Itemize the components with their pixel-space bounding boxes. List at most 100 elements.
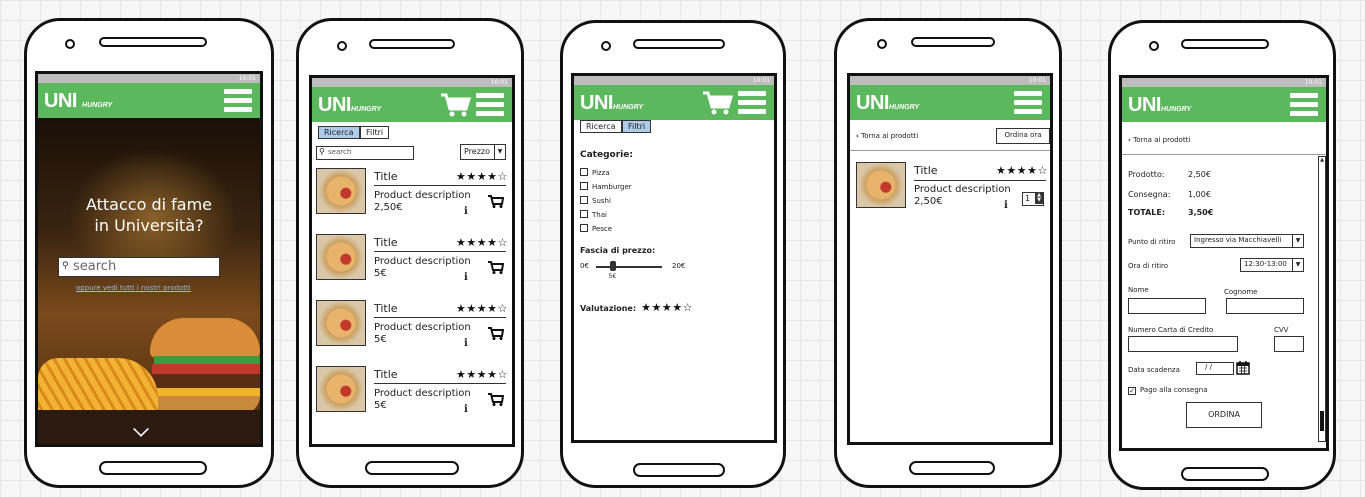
- tab-ricerca[interactable]: Ricerca: [318, 126, 360, 139]
- consegna-value: 1,00€: [1188, 190, 1211, 199]
- punto-ritiro-select[interactable]: Ingresso via Macchiavelli ▼: [1190, 234, 1304, 248]
- divider: [1122, 154, 1326, 155]
- menu-icon[interactable]: [738, 91, 766, 115]
- price-slider-thumb[interactable]: [609, 261, 616, 271]
- logo-main: UNI: [856, 92, 889, 114]
- product-title: Title: [374, 170, 398, 183]
- info-icon[interactable]: i: [464, 338, 468, 349]
- back-label: Torna ai prodotti: [1133, 136, 1191, 144]
- cart-icon[interactable]: [440, 92, 472, 118]
- info-icon[interactable]: i: [1004, 200, 1008, 211]
- list-item[interactable]: Title ★★★★☆ Product description 5€ i: [316, 234, 508, 290]
- home-button[interactable]: [633, 463, 725, 477]
- checkbox[interactable]: [580, 182, 588, 190]
- divider: [850, 150, 1050, 151]
- menu-icon[interactable]: [224, 89, 252, 113]
- checkbox[interactable]: [580, 210, 588, 218]
- price-slider-track[interactable]: [596, 266, 662, 268]
- camera: [65, 39, 75, 49]
- price-value: 5€: [608, 273, 617, 280]
- screen-product-detail: 10:01 UNIHUNGRY ‹ Torna ai prodotti Ordi…: [847, 73, 1053, 445]
- search-input[interactable]: ⚲ search: [316, 146, 414, 160]
- calendar-icon[interactable]: [1236, 360, 1250, 375]
- back-link[interactable]: ‹ Torna ai prodotti: [1128, 136, 1190, 144]
- category-pizza[interactable]: Pizza: [580, 168, 610, 177]
- pago-consegna-checkbox[interactable]: ✓ Pago alla consegna: [1128, 386, 1208, 395]
- home-button[interactable]: [365, 461, 459, 475]
- add-to-cart-icon[interactable]: [488, 326, 504, 340]
- card-number-field[interactable]: [1128, 336, 1238, 352]
- cart-icon[interactable]: [702, 90, 734, 116]
- list-item[interactable]: Title ★★★★☆ Product description 2,50€ i: [316, 168, 508, 224]
- home-button[interactable]: [1181, 467, 1269, 481]
- chevron-down-icon: ▼: [1292, 259, 1303, 271]
- app-bar: UNIHUNGRY: [850, 85, 1050, 120]
- checkbox[interactable]: [580, 168, 588, 176]
- logo[interactable]: UNIHUNGRY: [856, 92, 919, 115]
- info-icon[interactable]: i: [464, 206, 468, 217]
- category-hamburger[interactable]: Hamburger: [580, 182, 632, 191]
- menu-icon[interactable]: [1290, 93, 1318, 117]
- rating-title: Valutazione:: [580, 304, 637, 313]
- checkbox[interactable]: [580, 224, 588, 232]
- add-to-cart-icon[interactable]: [488, 194, 504, 208]
- add-to-cart-icon[interactable]: [488, 392, 504, 406]
- info-icon[interactable]: i: [464, 272, 468, 283]
- list-item[interactable]: Title ★★★★☆ Product description 5€ i: [316, 300, 508, 356]
- tab-filtri[interactable]: Filtri: [360, 126, 390, 139]
- quantity-stepper[interactable]: 1 ▲ ▼: [1022, 192, 1044, 206]
- add-to-cart-icon[interactable]: [488, 260, 504, 274]
- scrollbar-thumb[interactable]: [1320, 411, 1324, 431]
- home-button[interactable]: [99, 461, 207, 475]
- ora-ritiro-select[interactable]: 12:30-13:00 ▼: [1240, 258, 1304, 272]
- menu-icon[interactable]: [476, 93, 504, 117]
- back-link[interactable]: ‹ Torna ai prodotti: [856, 132, 918, 140]
- category-pesce[interactable]: Pesce: [580, 224, 612, 233]
- divider: [374, 317, 506, 318]
- cvv-field[interactable]: [1274, 336, 1304, 352]
- logo[interactable]: UNI HUNGRY: [44, 90, 112, 113]
- info-icon[interactable]: i: [464, 404, 468, 415]
- order-now-button[interactable]: Ordina ora: [996, 128, 1050, 144]
- cognome-field[interactable]: [1226, 298, 1304, 314]
- punto-ritiro-value: Ingresso via Macchiavelli: [1194, 236, 1282, 244]
- hero-background: [38, 118, 260, 444]
- scadenza-label: Data scadenza: [1128, 366, 1180, 374]
- tab-ricerca[interactable]: Ricerca: [580, 120, 622, 133]
- nome-field[interactable]: [1128, 298, 1206, 314]
- search-icon: ⚲: [62, 261, 69, 271]
- product-title: Title: [374, 236, 398, 249]
- scrollbar-up-icon[interactable]: ▲: [1319, 157, 1325, 163]
- category-label: Pizza: [592, 169, 610, 177]
- ordina-button[interactable]: ORDINA: [1186, 402, 1262, 428]
- consegna-label: Consegna:: [1128, 190, 1171, 199]
- menu-icon[interactable]: [1014, 91, 1042, 115]
- checkbox-checked-icon[interactable]: ✓: [1128, 387, 1136, 395]
- camera: [877, 39, 887, 49]
- scrollbar[interactable]: ▲: [1318, 156, 1326, 442]
- search-input[interactable]: ⚲ search: [58, 257, 220, 277]
- tab-filtri[interactable]: Filtri: [622, 120, 652, 133]
- logo[interactable]: UNIHUNGRY: [1128, 94, 1191, 117]
- rating-filter[interactable]: Valutazione: ★★★★☆: [580, 296, 693, 315]
- phone-1: 10:01 UNI HUNGRY Attacco di fame in Univ…: [24, 18, 274, 488]
- product-rating: ★★★★☆: [456, 302, 508, 315]
- stepper-arrows-icon[interactable]: ▲ ▼: [1035, 193, 1043, 204]
- category-thai[interactable]: Thai: [580, 210, 607, 219]
- checkbox[interactable]: [580, 196, 588, 204]
- divider: [374, 383, 506, 384]
- category-sushi[interactable]: Sushi: [580, 196, 611, 205]
- home-button[interactable]: [909, 461, 995, 475]
- fries-image: [38, 358, 158, 418]
- expiry-date-field[interactable]: / /: [1196, 362, 1234, 375]
- rating-stars[interactable]: ★★★★☆: [641, 301, 693, 314]
- list-item[interactable]: Title ★★★★☆ Product description 5€ i: [316, 366, 508, 422]
- logo[interactable]: UNIHUNGRY: [318, 94, 381, 117]
- price-min: 0€: [580, 262, 589, 270]
- sort-select[interactable]: Prezzo ▼: [460, 144, 506, 160]
- logo[interactable]: UNIHUNGRY: [580, 92, 643, 115]
- hero-headline: Attacco di fame in Università?: [38, 194, 260, 236]
- app-bar: UNIHUNGRY: [574, 85, 774, 120]
- all-products-link[interactable]: oppure vedi tutti i nostri prodotti: [76, 284, 191, 292]
- product-description: Product description: [914, 184, 1011, 195]
